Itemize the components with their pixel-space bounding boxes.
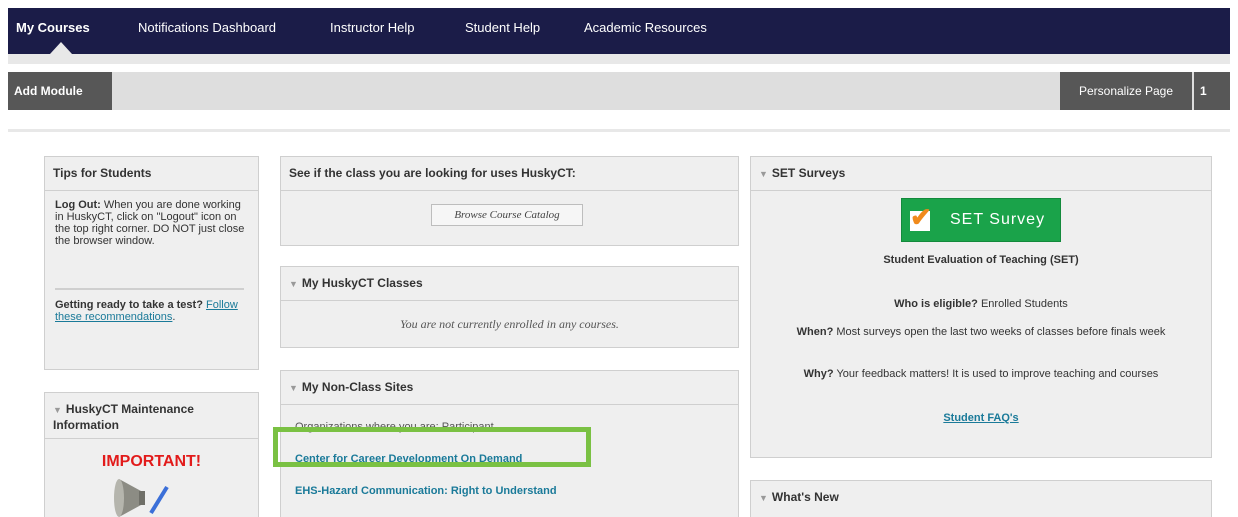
important-label: IMPORTANT! [101,453,202,470]
tab-instructor-help[interactable]: Instructor Help [330,20,415,35]
highlight-box [273,427,591,467]
set-who-line: Who is eligible? Enrolled Students [751,298,1211,310]
active-tab-caret [50,42,72,54]
nonclass-module-header: ▼ My Non-Class Sites [281,371,738,405]
set-survey-button[interactable]: ✔ SET Survey [901,198,1061,242]
catalog-module: See if the class you are looking for use… [280,156,739,246]
checkmark-icon: ✔ [910,202,932,232]
tips-logout-text: Log Out: When you are done working in Hu… [45,199,258,247]
personalize-page-button[interactable]: Personalize Page [1060,72,1192,110]
set-when-question: When? [796,326,834,338]
classes-module: ▼ My HuskyCT Classes You are not currentl… [280,266,739,348]
nonclass-module-title: My Non-Class Sites [301,380,414,394]
set-module-title: SET Surveys [771,166,846,180]
page-toolbar: Add Module Personalize Page 1 [8,72,1230,110]
set-heading: Student Evaluation of Teaching (SET) [883,254,1079,266]
tab-my-courses[interactable]: My Courses [16,20,90,35]
add-module-button[interactable]: Add Module [8,72,112,110]
catalog-module-title: See if the class you are looking for use… [281,157,738,191]
maintenance-module: ▼ HuskyCT Maintenance Information IMPORTA… [44,392,259,517]
set-why-question: Why? [803,368,834,380]
tips-separator [55,288,244,290]
classes-module-title: My HuskyCT Classes [301,276,423,290]
set-module-body: ✔ SET Survey Student Evaluation of Teach… [751,191,1211,459]
set-when-line: When? Most surveys open the last two wee… [751,326,1211,338]
tab-academic-resources[interactable]: Academic Resources [584,20,707,35]
set-why-line: Why? Your feedback matters! It is used t… [751,368,1211,380]
set-faq-line: Student FAQ's [751,412,1211,424]
student-faq-link[interactable]: Student FAQ's [943,412,1018,424]
top-navigation: My Courses Notifications Dashboard Instr… [8,8,1230,54]
tips-module-title: Tips for Students [45,157,258,191]
tips-test-end: . [172,311,176,323]
tips-test-label: Getting ready to take a test? [55,299,203,311]
whatsnew-module-header: ▼ What's New [751,481,1211,515]
whatsnew-module: ▼ What's New [750,480,1212,517]
set-module: ▼ SET Surveys ✔ SET Survey Student Evalua… [750,156,1212,458]
tips-logout-label: Log Out: [55,199,101,211]
set-why-answer: Your feedback matters! It is used to imp… [836,368,1159,380]
ehs-hazard-link[interactable]: EHS-Hazard Communication: Right to Under… [295,485,557,497]
toolbar-extra-button[interactable]: 1 [1194,72,1230,110]
catalog-module-body: Browse Course Catalog [281,191,738,247]
megaphone-icon [114,479,169,517]
classes-module-header: ▼ My HuskyCT Classes [281,267,738,301]
set-module-header: ▼ SET Surveys [751,157,1211,191]
classes-module-body: You are not currently enrolled in any co… [281,301,738,349]
whatsnew-module-title: What's New [771,490,839,504]
set-who-question: Who is eligible? [894,298,978,310]
page-frame: My Courses Notifications Dashboard Instr… [8,8,1230,517]
tips-test-text: Getting ready to take a test? Follow the… [45,299,258,323]
no-courses-message: You are not currently enrolled in any co… [400,317,619,331]
tips-module: Tips for Students Log Out: When you are … [44,156,259,370]
set-survey-button-label: SET Survey [950,211,1046,228]
maintenance-module-header: ▼ HuskyCT Maintenance Information [45,393,258,439]
tab-notifications-dashboard[interactable]: Notifications Dashboard [138,20,276,35]
collapse-triangle-icon[interactable]: ▼ [289,383,298,393]
browse-course-catalog-button[interactable]: Browse Course Catalog [431,204,583,226]
collapse-triangle-icon[interactable]: ▼ [759,493,768,503]
maintenance-module-title: HuskyCT Maintenance Information [53,402,194,432]
nav-sub-bar [8,54,1230,64]
set-when-answer: Most surveys open the last two weeks of … [836,326,1166,338]
tab-student-help[interactable]: Student Help [465,20,540,35]
collapse-triangle-icon[interactable]: ▼ [759,169,768,179]
collapse-triangle-icon[interactable]: ▼ [53,405,62,415]
collapse-triangle-icon[interactable]: ▼ [289,279,298,289]
toolbar-divider [8,129,1230,132]
set-who-answer: Enrolled Students [980,298,1068,310]
